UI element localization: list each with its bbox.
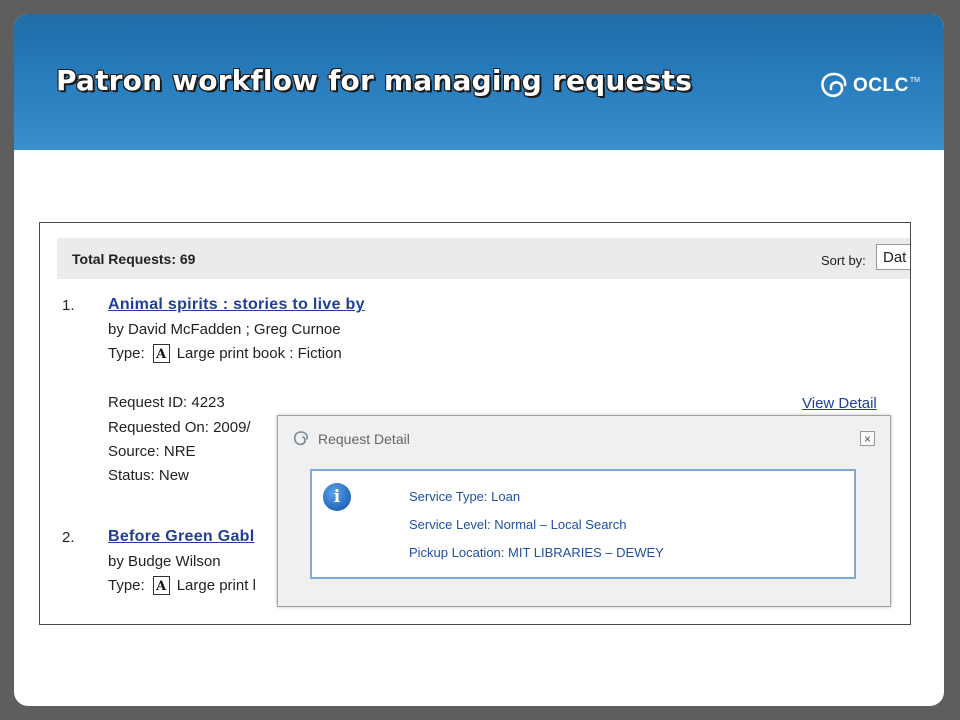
close-icon[interactable]: × [860,431,875,446]
logo-text: OCLC [853,75,909,96]
item-type-row: Type: A Large print book : Fiction [108,344,342,363]
service-type: Service Type: Loan [409,489,521,504]
item-type-value: Large print l [176,577,256,594]
item-title-link[interactable]: Animal spirits : stories to live by [108,296,365,314]
slide-header: Patron workflow for managing requests OC… [14,14,944,150]
item-author: by Budge Wilson [108,553,221,570]
item-type-row: Type: A Large print l [108,576,256,595]
dialog-content: i Service Type: Loan Service Level: Norm… [310,469,856,579]
dialog-title: Request Detail [318,431,410,447]
pickup-location: Pickup Location: MIT LIBRARIES – DEWEY [409,545,664,560]
item-status: Status: New [108,467,189,484]
oclc-logo: OCLC TM [817,70,920,102]
sort-select[interactable]: Dat [876,244,910,270]
info-icon: i [323,483,351,511]
item-type-label: Type: [108,345,145,362]
item-type-value: Large print book : Fiction [176,345,342,362]
item-type-label: Type: [108,577,145,594]
large-print-icon: A [152,576,170,595]
slide-title: Patron workflow for managing requests [56,64,693,97]
item-requested-on: Requested On: 2009/ [108,419,251,436]
item-source: Source: NRE [108,443,196,460]
item-title-link[interactable]: Before Green Gabl [108,528,254,546]
slide: Patron workflow for managing requests OC… [14,14,944,706]
oclc-swirl-icon [821,72,847,98]
service-level: Service Level: Normal – Local Search [409,517,627,532]
logo-trademark: TM [909,76,920,84]
sort-label: Sort by: [821,253,866,268]
large-print-icon: A [152,344,170,363]
item-number: 2. [62,529,75,546]
item-author: by David McFadden ; Greg Curnoe [108,321,341,338]
dialog-swirl-icon [293,431,308,446]
requests-list-header: Total Requests: 69 Sort by: Dat [57,238,910,279]
total-requests: Total Requests: 69 [72,251,196,267]
request-detail-dialog: Request Detail × i Service Type: Loan Se… [277,415,891,607]
requests-screenshot: Total Requests: 69 Sort by: Dat 1. Anima… [39,222,911,625]
item-number: 1. [62,297,75,314]
view-detail-link[interactable]: View Detail [802,395,877,412]
item-request-id: Request ID: 4223 [108,394,225,411]
